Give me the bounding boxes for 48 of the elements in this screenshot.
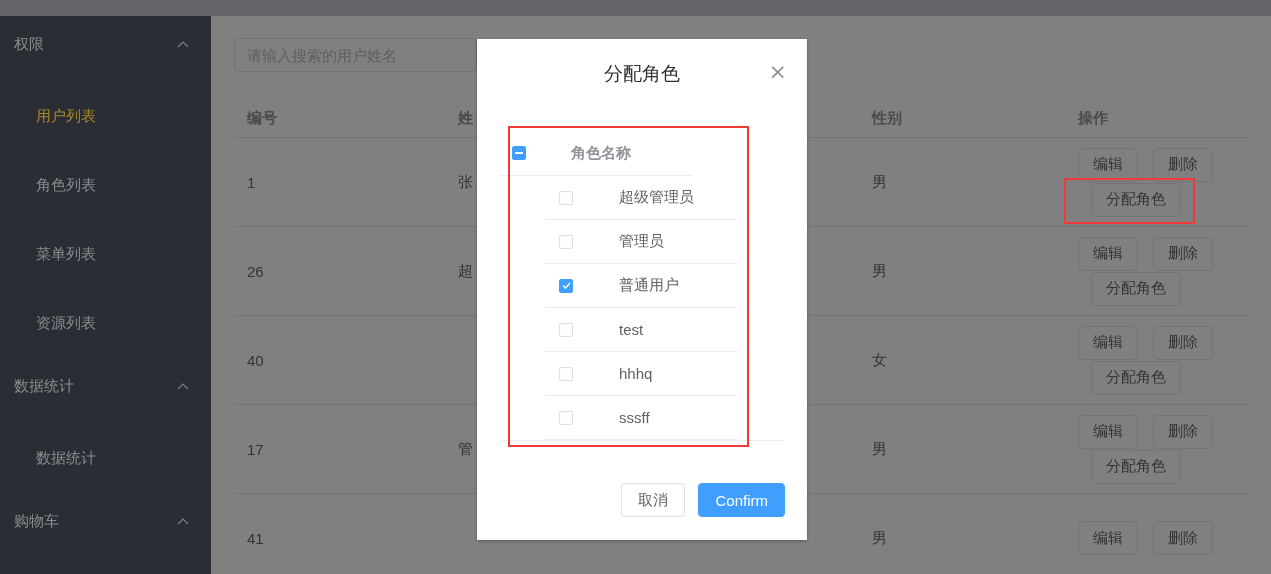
checkbox[interactable] bbox=[559, 278, 573, 293]
confirm-button[interactable]: Confirm bbox=[698, 483, 785, 517]
assign-role-button[interactable]: 分配角色 bbox=[1091, 271, 1181, 306]
dialog-title: 分配角色 bbox=[604, 62, 680, 86]
table-cell-text: 男 bbox=[871, 439, 888, 459]
delete-button[interactable]: 删除 bbox=[1153, 147, 1213, 182]
edit-button[interactable]: 编辑 bbox=[1078, 147, 1138, 182]
table-cell-text: 17 bbox=[246, 440, 265, 458]
table-cell-text: 超 bbox=[457, 261, 474, 281]
table-cell-text: 女 bbox=[871, 350, 888, 370]
table-cell-text: 男 bbox=[871, 261, 888, 281]
role-name: test bbox=[619, 321, 644, 338]
table-cell-text: 男 bbox=[871, 528, 888, 548]
sidebar-item[interactable]: 用户列表 bbox=[36, 107, 96, 126]
table-cell-text: 男 bbox=[871, 172, 888, 192]
role-name: 管理员 bbox=[619, 232, 664, 251]
role-name: hhhq bbox=[619, 365, 653, 382]
menu-group-title[interactable]: 数据统计 bbox=[14, 376, 74, 396]
sidebar-item[interactable]: 资源列表 bbox=[36, 314, 96, 333]
edit-button[interactable]: 编辑 bbox=[1078, 414, 1138, 449]
table-cell-text: 1 bbox=[246, 173, 257, 191]
delete-button[interactable]: 删除 bbox=[1153, 236, 1213, 271]
role-name: 超级管理员 bbox=[619, 188, 694, 207]
sidebar-item[interactable]: 数据统计 bbox=[36, 449, 96, 468]
table-cell-text: 管 bbox=[457, 439, 474, 459]
role-name: 普通用户 bbox=[619, 276, 679, 295]
assign-role-button[interactable]: 分配角色 bbox=[1091, 449, 1181, 484]
role-name: sssff bbox=[619, 409, 650, 426]
close-button[interactable]: × bbox=[768, 61, 787, 83]
menu-group-title[interactable]: 权限 bbox=[14, 34, 44, 54]
sidebar-item[interactable]: 菜单列表 bbox=[36, 245, 96, 264]
assign-role-button[interactable]: 分配角色 bbox=[1091, 360, 1181, 395]
delete-button[interactable]: 删除 bbox=[1153, 325, 1213, 360]
menu-group-title[interactable]: 购物车 bbox=[14, 511, 59, 531]
column-header: 角色名称 bbox=[571, 143, 631, 163]
edit-button[interactable]: 编辑 bbox=[1078, 236, 1138, 271]
sidebar-item[interactable]: 角色列表 bbox=[36, 176, 96, 195]
table-cell-text: 41 bbox=[246, 529, 265, 547]
cancel-button[interactable]: 取消 bbox=[621, 483, 686, 517]
table-cell-text: 张 bbox=[457, 172, 474, 192]
delete-button[interactable]: 删除 bbox=[1153, 521, 1213, 555]
edit-button[interactable]: 编辑 bbox=[1078, 325, 1138, 360]
select-all-checkbox[interactable] bbox=[512, 146, 526, 160]
delete-button[interactable]: 删除 bbox=[1153, 414, 1213, 449]
table-cell-text: 26 bbox=[246, 262, 265, 280]
assign-role-button[interactable]: 分配角色 bbox=[1091, 182, 1181, 217]
table-cell-text: 40 bbox=[246, 351, 265, 369]
edit-button[interactable]: 编辑 bbox=[1078, 521, 1138, 555]
